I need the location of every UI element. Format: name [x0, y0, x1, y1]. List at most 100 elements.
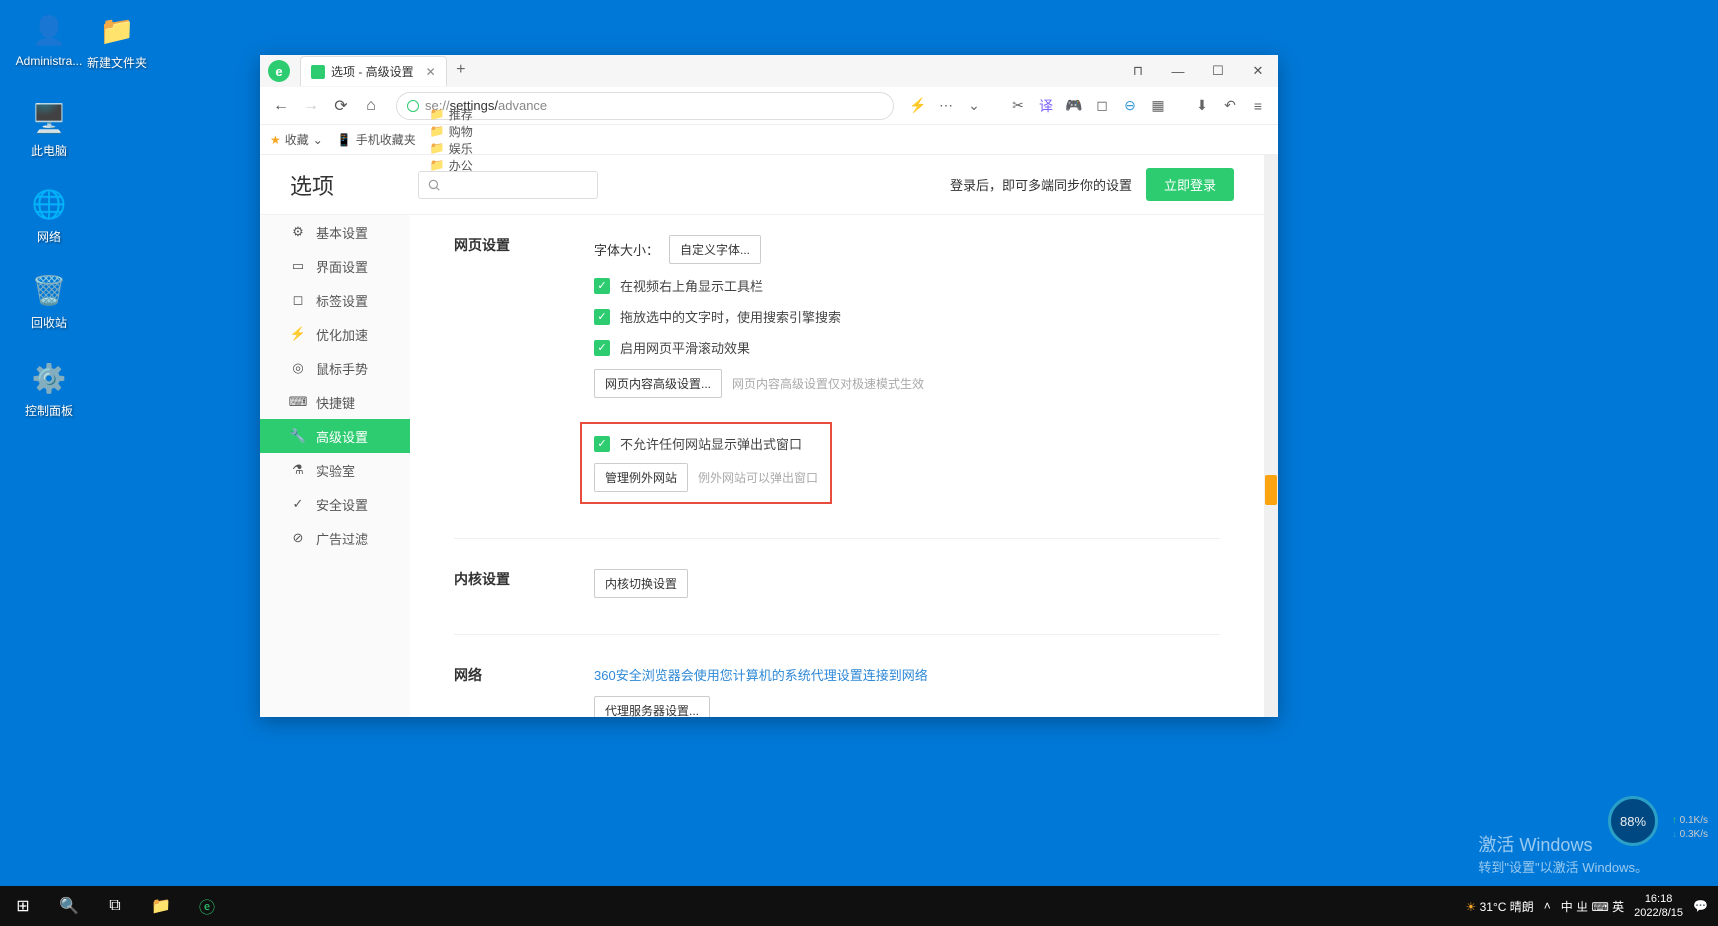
- minus-circle-icon[interactable]: ⊖: [1118, 94, 1142, 118]
- sidebar-item-icon: ◻: [290, 292, 306, 308]
- sidebar-item-icon: ◎: [290, 360, 306, 376]
- search-button[interactable]: 🔍: [46, 886, 92, 926]
- tab-favicon-icon: [311, 65, 325, 79]
- bookmark-folder[interactable]: 📁购物: [430, 123, 473, 140]
- content-advanced-button[interactable]: 网页内容高级设置...: [594, 369, 722, 398]
- proxy-settings-button[interactable]: 代理服务器设置...: [594, 696, 710, 717]
- checkbox-toolbar[interactable]: ✓: [594, 278, 610, 294]
- desktop-glyph-icon: 🗑️: [29, 270, 69, 310]
- maximize-button[interactable]: ☐: [1198, 55, 1238, 87]
- start-button[interactable]: ⊞: [0, 886, 46, 926]
- sidebar-item[interactable]: ▭界面设置: [260, 249, 410, 283]
- phone-icon: 📱: [337, 133, 352, 147]
- manage-exception-button[interactable]: 管理例外网站: [594, 463, 688, 492]
- bookmark-mobile[interactable]: 📱手机收藏夹: [337, 131, 416, 148]
- font-size-label: 字体大小：: [594, 240, 659, 259]
- game-icon[interactable]: 🎮: [1062, 94, 1086, 118]
- desktop-icon-label: 回收站: [14, 314, 84, 331]
- notification-icon[interactable]: 💬: [1693, 899, 1708, 913]
- desktop-icon[interactable]: 🖥️ 此电脑: [14, 98, 84, 159]
- sidebar-item[interactable]: ⌨ 快捷键: [260, 385, 410, 419]
- star-icon: ★: [270, 133, 281, 147]
- sidebar-item[interactable]: ⊘广告过滤: [260, 521, 410, 555]
- content-advanced-hint: 网页内容高级设置仅对极速模式生效: [732, 375, 924, 392]
- desktop-icon[interactable]: 🌐网络: [14, 184, 84, 245]
- translate-icon[interactable]: 译: [1034, 94, 1058, 118]
- weather-widget[interactable]: ☀ 31°C 晴朗: [1466, 898, 1534, 915]
- download-icon[interactable]: ⬇: [1190, 94, 1214, 118]
- sidebar-item[interactable]: ◻ 标签设置: [260, 283, 410, 317]
- sidebar-item-icon: ✓: [290, 496, 306, 512]
- flash-icon[interactable]: ⚡: [906, 94, 930, 118]
- close-button[interactable]: ✕: [1238, 55, 1278, 87]
- browser-taskbar-icon[interactable]: ⓔ: [184, 886, 230, 926]
- login-button[interactable]: 立即登录: [1146, 168, 1234, 201]
- search-icon: [427, 178, 441, 192]
- sidebar-item-label: 快捷键: [316, 393, 355, 412]
- sidebar-item-icon: ⚙: [290, 224, 306, 240]
- sidebar-item-label: 标签设置: [316, 291, 368, 310]
- browser-extra-icon[interactable]: ⊓: [1118, 55, 1158, 87]
- folder-icon: 📁: [430, 107, 445, 121]
- new-tab-button[interactable]: +: [447, 56, 475, 84]
- explorer-taskbar-icon[interactable]: 📁: [138, 886, 184, 926]
- back-button[interactable]: ←: [268, 93, 294, 119]
- folder-icon: 📁: [430, 124, 445, 138]
- network-speed: ↑ 0.1K/s ↓ 0.3K/s: [1672, 814, 1708, 842]
- custom-font-button[interactable]: 自定义字体...: [669, 235, 761, 264]
- desktop-icon[interactable]: 🗑️ 回收站: [14, 270, 84, 331]
- sidebar-item-icon: ⚡: [290, 326, 306, 342]
- sidebar-item[interactable]: ⚗实验室: [260, 453, 410, 487]
- clock[interactable]: 16:18 2022/8/15: [1634, 892, 1683, 920]
- desktop-icon-label: 此电脑: [14, 142, 84, 159]
- checkbox-block-popup[interactable]: ✓: [594, 436, 610, 452]
- menu-icon[interactable]: ≡: [1246, 94, 1270, 118]
- page-title: 选项: [290, 169, 410, 201]
- sidebar-item-icon: ⚗: [290, 462, 306, 478]
- sidebar-item[interactable]: ◎鼠标手势: [260, 351, 410, 385]
- section-kernel-title: 内核设置: [454, 569, 594, 610]
- checkbox-smooth-scroll[interactable]: ✓: [594, 340, 610, 356]
- desktop-icon[interactable]: 👤 Administra...: [14, 10, 84, 68]
- grid-icon[interactable]: ▦: [1146, 94, 1170, 118]
- reload-button[interactable]: ⟳: [328, 93, 354, 119]
- box-icon[interactable]: ◻: [1090, 94, 1114, 118]
- home-button[interactable]: ⌂: [358, 93, 384, 119]
- forward-button[interactable]: →: [298, 93, 324, 119]
- settings-header: 选项 登录后，即可多端同步你的设置 立即登录: [260, 155, 1264, 215]
- undo-icon[interactable]: ↶: [1218, 94, 1242, 118]
- sidebar-item[interactable]: ⚡优化加速: [260, 317, 410, 351]
- more-icon[interactable]: ⋯: [934, 94, 958, 118]
- network-desc: 360安全浏览器会使用您计算机的系统代理设置连接到网络: [594, 665, 928, 684]
- desktop-glyph-icon: 🖥️: [29, 98, 69, 138]
- desktop-glyph-icon: ⚙️: [29, 358, 69, 398]
- bookmark-fav[interactable]: ★收藏 ⌄: [270, 131, 323, 148]
- chevron-down-icon[interactable]: ⌄: [962, 94, 986, 118]
- sidebar-item[interactable]: 🔧高级设置: [260, 419, 410, 453]
- kernel-switch-button[interactable]: 内核切换设置: [594, 569, 688, 598]
- taskview-button[interactable]: ⧉: [92, 886, 138, 926]
- tab-settings[interactable]: 选项 - 高级设置 ✕: [300, 56, 447, 86]
- sidebar-item-label: 界面设置: [316, 257, 368, 276]
- ime-indicator[interactable]: 中 ㄓ ⌨ 英: [1561, 898, 1624, 915]
- tray-chevron-icon[interactable]: ˄: [1544, 899, 1551, 913]
- sidebar-item-icon: ⌨: [290, 394, 306, 410]
- checkbox-drag-search[interactable]: ✓: [594, 309, 610, 325]
- sidebar-item[interactable]: ⚙基本设置: [260, 215, 410, 249]
- minimize-button[interactable]: —: [1158, 55, 1198, 87]
- desktop-glyph-icon: 👤: [29, 10, 69, 50]
- desktop-icon[interactable]: 📁新建文件夹: [82, 10, 152, 71]
- sidebar-item[interactable]: ✓安全设置: [260, 487, 410, 521]
- desktop-icon[interactable]: ⚙️控制面板: [14, 358, 84, 419]
- search-input[interactable]: [418, 171, 598, 199]
- bookmark-folder[interactable]: 📁娱乐: [430, 140, 473, 157]
- bookmark-folder[interactable]: 📁推荐: [430, 106, 473, 123]
- desktop-glyph-icon: 📁: [97, 10, 137, 50]
- cut-icon[interactable]: ✂: [1006, 94, 1030, 118]
- scrollbar[interactable]: [1264, 155, 1278, 717]
- app-icon: e: [268, 60, 290, 82]
- taskbar: ⊞ 🔍 ⧉ 📁 ⓔ ☀ 31°C 晴朗 ˄ 中 ㄓ ⌨ 英 16:18 2022…: [0, 886, 1718, 926]
- tab-close-icon[interactable]: ✕: [426, 65, 436, 79]
- desktop-icon-label: Administra...: [14, 54, 84, 68]
- titlebar: e 选项 - 高级设置 ✕ + ⊓ — ☐ ✕: [260, 55, 1278, 87]
